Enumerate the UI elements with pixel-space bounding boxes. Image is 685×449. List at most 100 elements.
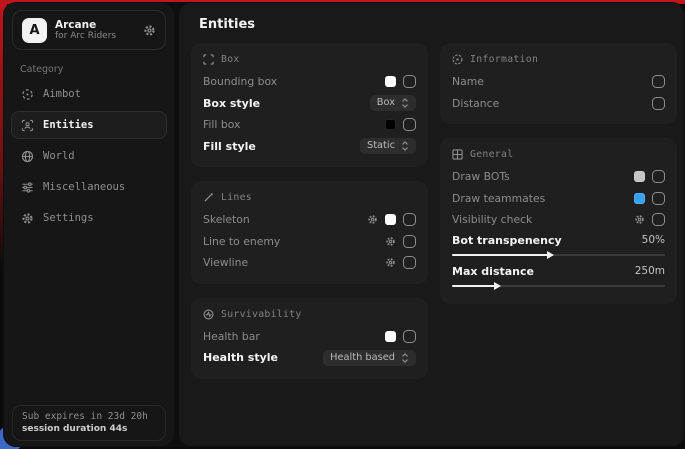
desktop: A Arcane for Arc Riders Category Aimbot [0,0,685,449]
color-swatch[interactable] [385,119,396,130]
health-bar-checkbox[interactable] [403,330,416,343]
app-logo: A [22,18,47,43]
line-icon [203,192,214,203]
sidebar-nav: Aimbot Entities World [4,80,174,235]
setting-row: Viewline [203,252,416,274]
lines-card: Lines Skeleton [191,181,428,284]
name-checkbox[interactable] [652,75,665,88]
skeleton-checkbox[interactable] [403,213,416,226]
box-card: Box Bounding box Box style [191,43,428,167]
color-swatch[interactable] [385,76,396,87]
health-style-dropdown[interactable]: Health based [323,350,416,366]
draw-bots-checkbox[interactable] [652,170,665,183]
sidebar-item-aimbot[interactable]: Aimbot [11,80,167,108]
viewline-checkbox[interactable] [403,256,416,269]
sidebar-item-label: World [43,150,75,162]
color-swatch[interactable] [385,331,396,342]
box-style-dropdown[interactable]: Box [370,95,416,111]
setting-row: Line to enemy [203,231,416,253]
gear-icon[interactable] [634,214,645,225]
slider-fill [452,285,495,287]
visibility-check-checkbox[interactable] [652,213,665,226]
slider-thumb[interactable] [494,282,501,290]
globe-icon [21,150,34,163]
setting-row: Distance [452,93,665,115]
information-card-header: Information [452,54,665,65]
setting-row: Fill style Static [203,136,416,158]
general-card: General Draw BOTs Draw teammates [440,138,677,304]
setting-label: Name [452,75,652,88]
setting-label: Line to enemy [203,235,385,248]
bot-transparency-setting: Bot transpenency 50% [452,232,665,256]
sidebar-item-label: Miscellaneous [43,181,125,193]
setting-row: Skeleton [203,209,416,231]
gear-icon[interactable] [385,236,396,247]
setting-label: Health style [203,351,323,364]
main-panel: Entities Box Bounding box [179,3,684,446]
line-to-enemy-checkbox[interactable] [403,235,416,248]
setting-label: Bot transpenency [452,234,642,247]
sidebar-item-miscellaneous[interactable]: Miscellaneous [11,173,167,201]
sidebar-item-label: Aimbot [43,88,81,100]
color-swatch[interactable] [634,171,645,182]
setting-row: Fill box [203,114,416,136]
max-distance-setting: Max distance 250m [452,263,665,287]
slider-fill [452,254,548,256]
sidebar-item-entities[interactable]: Entities [11,111,167,139]
draw-teammates-checkbox[interactable] [652,192,665,205]
setting-row: Box style Box [203,93,416,115]
slider-thumb[interactable] [547,251,554,259]
app-header-card: A Arcane for Arc Riders [12,10,166,50]
app-subtitle: for Arc Riders [55,31,135,41]
setting-row: Draw teammates [452,188,665,210]
setting-label: Max distance [452,265,635,278]
sidebar-item-label: Entities [43,119,94,131]
sidebar: A Arcane for Arc Riders Category Aimbot [4,3,174,446]
dropdown-value: Box [377,98,395,108]
page-title: Entities [199,17,684,32]
gear-icon[interactable] [385,257,396,268]
setting-label: Distance [452,97,652,110]
bounding-box-checkbox[interactable] [403,75,416,88]
person-scan-icon [21,119,34,132]
gear-icon[interactable] [367,214,378,225]
setting-label: Fill box [203,118,385,131]
setting-label: Draw BOTs [452,170,634,183]
setting-label: Bounding box [203,75,385,88]
pulse-icon [203,309,214,320]
setting-label: Draw teammates [452,192,634,205]
distance-checkbox[interactable] [652,97,665,110]
fill-box-checkbox[interactable] [403,118,416,131]
category-label: Category [20,64,174,75]
survivability-card: Survivability Health bar Health style [191,298,428,379]
gear-icon[interactable] [143,24,156,37]
bot-transparency-slider[interactable] [452,254,665,256]
max-distance-slider[interactable] [452,285,665,287]
section-title: Lines [221,192,252,203]
setting-row: Health bar [203,326,416,348]
slider-value: 50% [642,234,665,246]
setting-label: Skeleton [203,213,367,226]
setting-label: Visibility check [452,213,634,226]
updown-arrows-icon [401,353,409,363]
sidebar-item-world[interactable]: World [11,142,167,170]
survivability-card-header: Survivability [203,309,416,320]
fill-style-dropdown[interactable]: Static [360,138,416,154]
sidebar-item-settings[interactable]: Settings [11,204,167,232]
setting-label: Health bar [203,330,385,343]
setting-row: Visibility check [452,209,665,231]
setting-row: Bounding box [203,71,416,93]
setting-label: Box style [203,97,370,110]
app-name: Arcane [55,19,135,31]
information-card: Information Name Distance [440,43,677,124]
color-swatch[interactable] [385,214,396,225]
updown-arrows-icon [401,98,409,108]
scan-box-icon [203,54,214,65]
color-swatch[interactable] [634,193,645,204]
sidebar-item-label: Settings [43,212,94,224]
box-card-header: Box [203,54,416,65]
slider-value: 250m [635,265,665,277]
dropdown-value: Static [367,141,395,151]
lines-card-header: Lines [203,192,416,203]
right-column: Information Name Distance [440,43,677,379]
